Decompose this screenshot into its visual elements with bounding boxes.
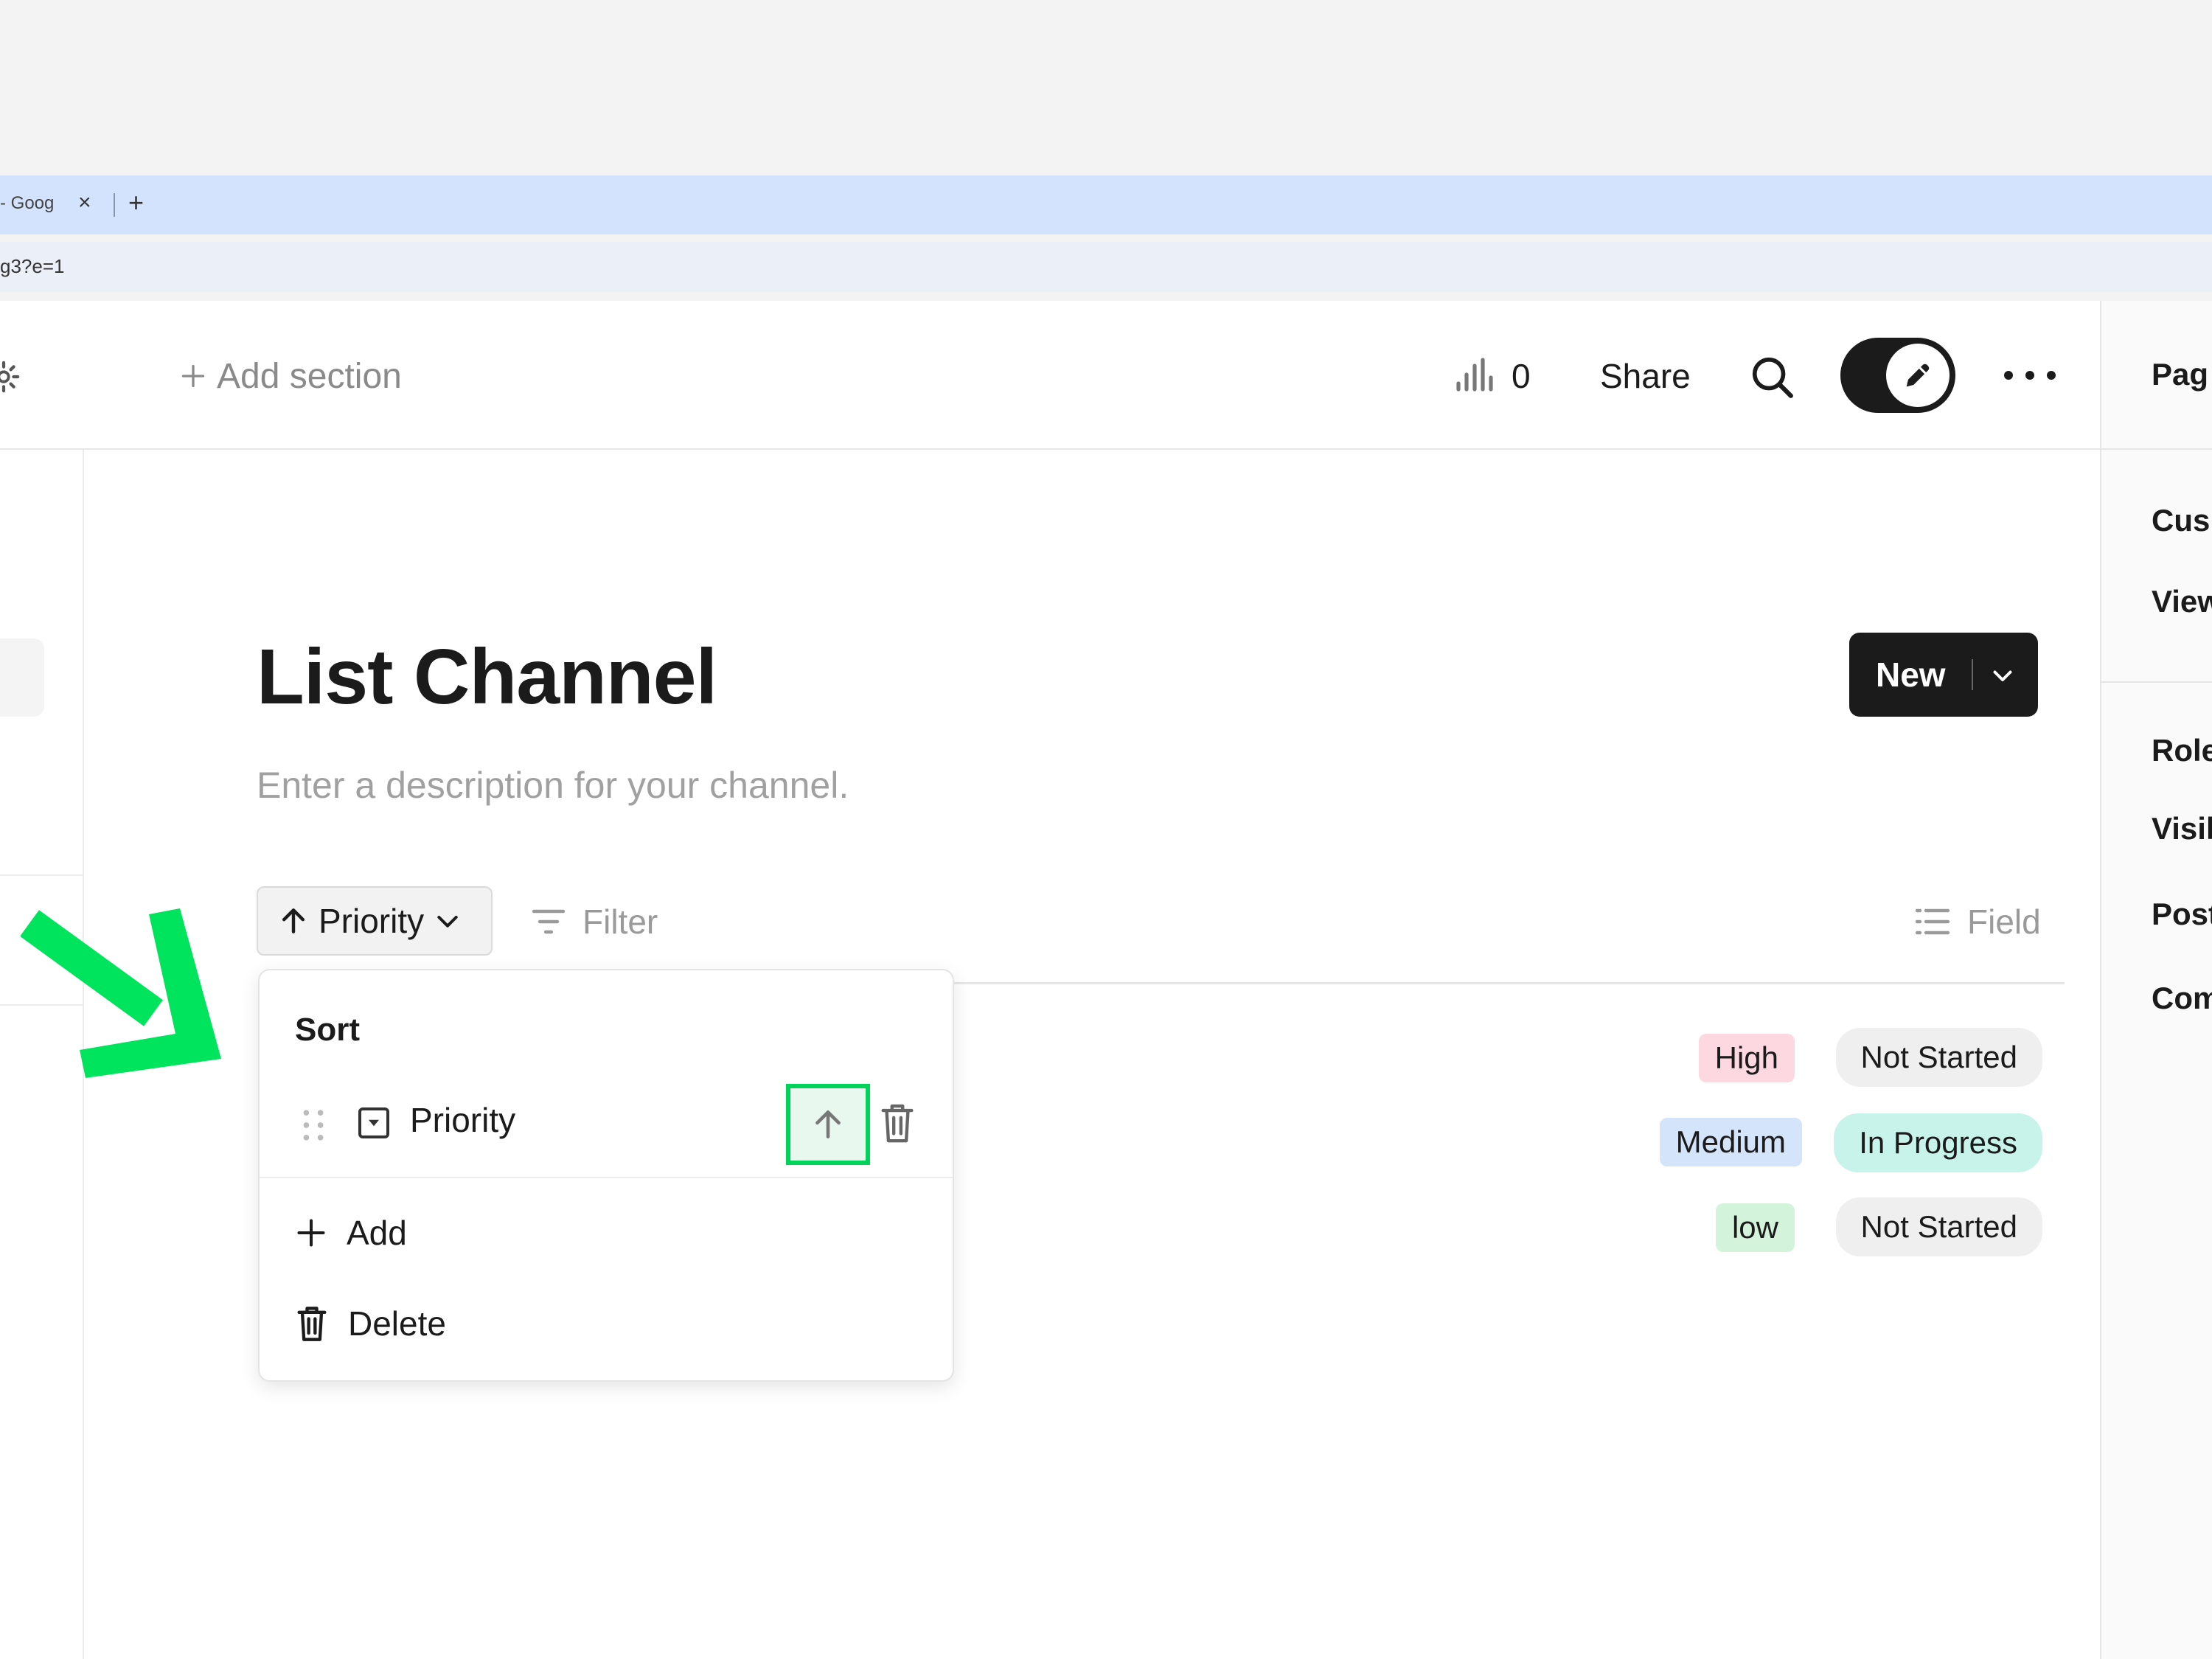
- annotation-arrow-icon: [21, 908, 221, 1078]
- plus-icon: [297, 1219, 325, 1247]
- address-bar[interactable]: [0, 242, 2212, 292]
- trash-icon[interactable]: [879, 1102, 916, 1144]
- right-panel-divider: [2101, 681, 2212, 683]
- priority-tag[interactable]: High: [1698, 1034, 1795, 1082]
- sort-heading: Sort: [295, 1012, 360, 1048]
- filter-button[interactable]: Filter: [531, 900, 658, 944]
- chevron-down-icon[interactable]: [1989, 662, 2016, 689]
- sort-chip-priority[interactable]: Priority: [257, 886, 493, 956]
- channel-description-input[interactable]: Enter a description for your channel.: [257, 764, 849, 807]
- chevron-down-icon: [437, 916, 458, 928]
- list-icon: [1915, 908, 1950, 935]
- arrow-up-icon: [815, 1110, 841, 1138]
- add-sort-label: Add: [347, 1214, 407, 1252]
- sort-chip-label: Priority: [319, 902, 425, 940]
- address-bar-url[interactable]: g3?e=1: [0, 255, 64, 278]
- gear-icon[interactable]: [0, 360, 21, 394]
- priority-tag[interactable]: Medium: [1659, 1118, 1802, 1166]
- right-panel-item-comment[interactable]: Com: [2152, 981, 2212, 1016]
- add-sort-button[interactable]: Add: [295, 1211, 407, 1255]
- more-dot: [2025, 371, 2034, 380]
- right-panel-item-post[interactable]: Post: [2152, 897, 2212, 932]
- add-section-button[interactable]: Add section: [180, 354, 402, 398]
- add-section-label: Add section: [217, 356, 402, 396]
- priority-tag[interactable]: low: [1715, 1203, 1795, 1252]
- dropdown-triangle-icon: [368, 1119, 380, 1127]
- edit-toggle-knob: [1886, 344, 1950, 407]
- plus-icon: [181, 364, 205, 388]
- new-button-separator: [1972, 659, 1973, 690]
- popover-divider: [260, 1177, 953, 1178]
- arrow-up-icon: [282, 908, 305, 933]
- more-dot: [2004, 371, 2013, 380]
- status-badge[interactable]: Not Started: [1835, 1197, 2042, 1256]
- more-options-button[interactable]: [2004, 358, 2056, 392]
- more-dot: [2047, 371, 2056, 380]
- status-badge[interactable]: In Progress: [1834, 1113, 2042, 1172]
- browser-tab-title[interactable]: - Goog: [0, 193, 54, 214]
- right-panel-item-view[interactable]: View: [2152, 584, 2212, 619]
- browser-tab-bar: [0, 175, 2212, 234]
- right-panel-divider: [2101, 448, 2212, 450]
- drag-handle-icon[interactable]: [301, 1107, 326, 1143]
- delete-sort-button[interactable]: Delete: [295, 1299, 446, 1348]
- left-rail-item[interactable]: [0, 639, 44, 717]
- pencil-icon: [1906, 364, 1930, 387]
- status-badge[interactable]: Not Started: [1835, 1028, 2042, 1087]
- select-field-icon: [358, 1107, 389, 1138]
- filter-icon: [532, 909, 566, 934]
- tab-close-icon[interactable]: ×: [78, 190, 91, 215]
- filter-label: Filter: [582, 902, 658, 941]
- search-icon[interactable]: [1749, 354, 1795, 400]
- tab-separator: [114, 193, 115, 217]
- new-tab-button[interactable]: +: [128, 187, 144, 218]
- right-panel-item-visibility[interactable]: Visil: [2152, 811, 2212, 846]
- stats-button[interactable]: 0: [1454, 354, 1531, 398]
- right-panel-item-role[interactable]: Role: [2152, 733, 2212, 768]
- new-button-label: New: [1876, 655, 1946, 694]
- new-entry-button[interactable]: New: [1849, 633, 2038, 717]
- field-button[interactable]: Field: [1914, 900, 2041, 944]
- edit-mode-toggle[interactable]: [1840, 338, 1955, 413]
- right-panel-item-custom[interactable]: Cus: [2152, 503, 2210, 538]
- field-label: Field: [1967, 902, 2041, 941]
- stats-count: 0: [1512, 357, 1531, 395]
- topbar-divider: [0, 448, 2100, 450]
- right-panel-item-page[interactable]: Pag: [2152, 357, 2208, 392]
- sort-field-label[interactable]: Priority: [410, 1100, 515, 1140]
- share-button[interactable]: Share: [1600, 354, 1691, 398]
- page-title: List Channel: [257, 633, 717, 720]
- left-rail-divider-line: [0, 874, 83, 876]
- trash-icon: [297, 1307, 327, 1341]
- delete-sort-label: Delete: [348, 1304, 446, 1343]
- list-header-divider: [953, 982, 2065, 984]
- sort-popover: Sort Priority Add Delete: [258, 969, 954, 1382]
- sort-direction-button[interactable]: [786, 1084, 870, 1165]
- bar-chart-icon: [1456, 358, 1493, 392]
